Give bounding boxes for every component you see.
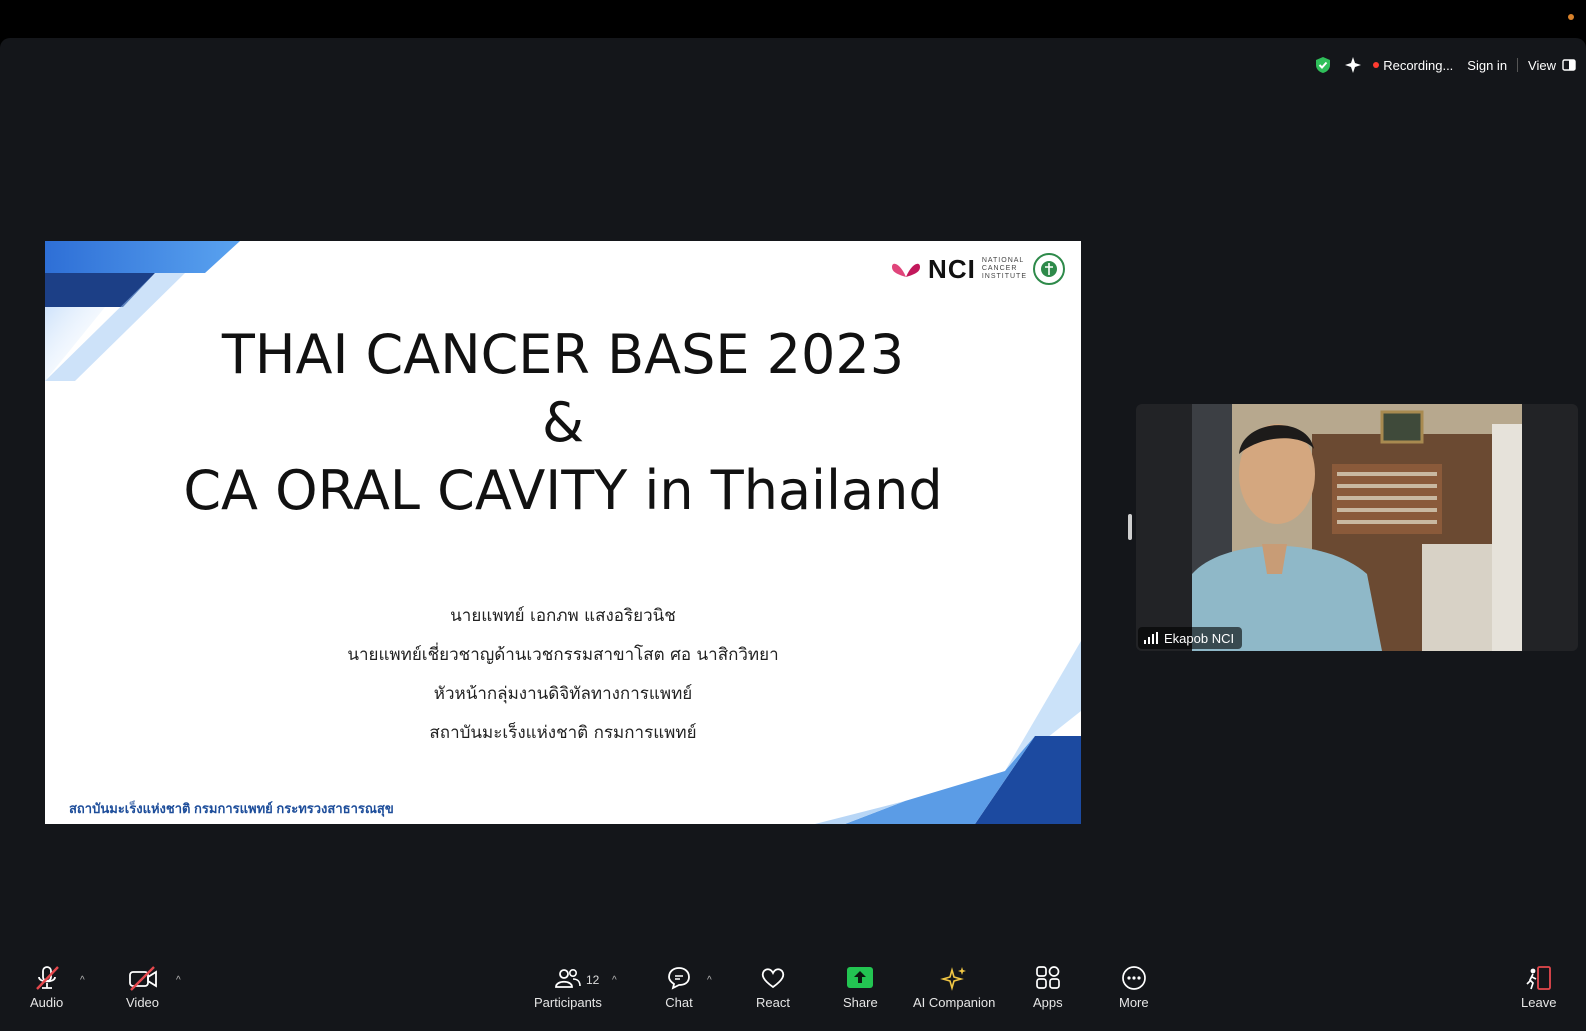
slide-title: THAI CANCER BASE 2023 & CA ORAL CAVITY i… xyxy=(45,321,1081,525)
heart-icon xyxy=(761,968,785,989)
participants-icon xyxy=(555,969,581,988)
participants-count-badge: 12 xyxy=(586,973,600,987)
slide-footer: สถาบันมะเร็งแห่งชาติ กรมการแพทย์ กระทรวง… xyxy=(69,801,394,816)
nci-sub-line2: CANCER xyxy=(981,265,1018,272)
sparkle-icon[interactable] xyxy=(1343,55,1363,75)
signal-strength-icon xyxy=(1144,632,1158,644)
recording-dot-icon xyxy=(1373,62,1380,68)
share-screen-icon xyxy=(847,967,874,988)
window-indicator-dot xyxy=(1568,14,1574,20)
presenter-name: นายแพทย์ เอกภพ แสงอริยวนิช xyxy=(450,606,676,626)
participant-video-feed xyxy=(1192,404,1522,651)
audio-button[interactable]: Audio xyxy=(30,965,63,1010)
microphone-muted-icon xyxy=(35,966,59,990)
shared-slide: NCI NATIONAL CANCER INSTITUTE THAI CANCE… xyxy=(45,241,1081,824)
leave-door-icon xyxy=(1526,966,1551,990)
chat-button[interactable]: Chat xyxy=(665,965,693,1010)
chat-label: Chat xyxy=(665,995,693,1010)
presenter-role-2: หัวหน้ากลุ่มงานดิจิทัลทางการแพทย์ xyxy=(433,684,693,704)
slide-title-line3: CA ORAL CAVITY in Thailand xyxy=(183,459,943,522)
react-label: React xyxy=(756,995,790,1010)
slide-title-line2: & xyxy=(541,391,585,454)
participant-name-tag: Ekapob NCI xyxy=(1138,627,1243,649)
video-button[interactable]: Video xyxy=(126,965,159,1010)
ai-companion-button[interactable]: AI Companion xyxy=(913,965,995,1010)
butterfly-logo-icon xyxy=(892,263,921,277)
nci-logo: NCI NATIONAL CANCER INSTITUTE xyxy=(890,253,1065,285)
participants-button[interactable]: Participants xyxy=(534,965,602,1010)
chat-bubble-icon xyxy=(668,967,690,990)
slide-title-line1: THAI CANCER BASE 2023 xyxy=(221,323,905,386)
chat-options-caret[interactable]: ^ xyxy=(707,975,712,986)
participants-label: Participants xyxy=(534,995,602,1010)
react-button[interactable]: React xyxy=(756,965,790,1010)
more-button[interactable]: More xyxy=(1119,965,1149,1010)
header-divider xyxy=(1517,58,1519,72)
presenter-role-1: นายแพทย์เชี่ยวชาญด้านเวชกรรมสาขาโสต ศอ น… xyxy=(347,645,779,665)
video-label: Video xyxy=(126,995,160,1010)
recording-indicator[interactable]: Recording... xyxy=(1373,58,1453,73)
audio-label: Audio xyxy=(30,995,64,1010)
participants-options-caret[interactable]: ^ xyxy=(612,975,617,986)
apps-grid-icon xyxy=(1035,966,1060,989)
ministry-seal-icon xyxy=(1033,253,1065,285)
view-layout-icon xyxy=(1562,59,1576,71)
leave-button[interactable]: Leave xyxy=(1521,965,1556,1010)
shield-check-icon[interactable] xyxy=(1313,55,1333,75)
nci-sub-line1: NATIONAL xyxy=(981,257,1025,264)
nci-sub-line3: INSTITUTE xyxy=(981,273,1027,280)
nci-logo-subtext: NATIONAL CANCER INSTITUTE xyxy=(982,257,1027,281)
participant-name: Ekapob NCI xyxy=(1164,630,1235,646)
apps-label: Apps xyxy=(1033,995,1063,1010)
participant-video-tile[interactable]: Ekapob NCI xyxy=(1136,404,1578,651)
ai-sparkle-icon xyxy=(940,967,967,991)
leave-label: Leave xyxy=(1521,995,1557,1010)
recording-label: Recording... xyxy=(1383,57,1454,73)
camera-off-icon xyxy=(128,966,157,991)
share-button[interactable]: Share xyxy=(843,965,878,1010)
meeting-toolbar: Audio ^ Video ^ Participants 12 ^ Chat ^… xyxy=(0,961,1586,1031)
share-label: Share xyxy=(843,995,878,1010)
more-dots-icon xyxy=(1121,966,1146,990)
video-options-caret[interactable]: ^ xyxy=(176,975,181,986)
panel-resize-handle[interactable] xyxy=(1128,514,1132,540)
nci-logo-text: NCI xyxy=(928,253,976,284)
meeting-window: Recording... Sign in View NCI NATIONAL C… xyxy=(0,38,1586,1031)
audio-options-caret[interactable]: ^ xyxy=(80,975,85,986)
ai-companion-label: AI Companion xyxy=(913,995,996,1010)
presenter-info: นายแพทย์ เอกภพ แสงอริยวนิช นายแพทย์เชี่ย… xyxy=(45,597,1081,753)
view-button[interactable]: View xyxy=(1528,58,1576,73)
view-label: View xyxy=(1528,57,1556,73)
presenter-org: สถาบันมะเร็งแห่งชาติ กรมการแพทย์ xyxy=(429,723,697,743)
more-label: More xyxy=(1119,995,1149,1010)
apps-button[interactable]: Apps xyxy=(1033,965,1063,1010)
sign-in-button[interactable]: Sign in xyxy=(1467,58,1507,73)
top-bar: Recording... Sign in View xyxy=(1313,54,1576,76)
